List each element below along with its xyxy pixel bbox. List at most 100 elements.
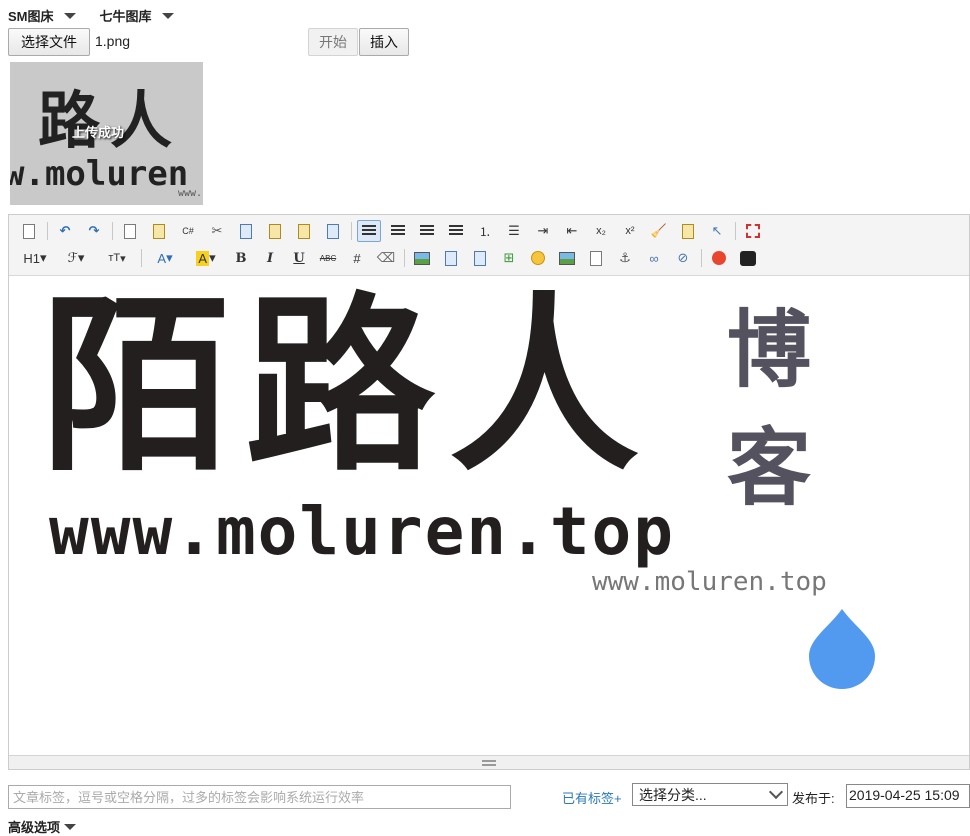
strike-label: ABC [319,253,337,263]
attachment-icon[interactable] [439,247,463,269]
toolbar-separator [735,222,736,240]
heading-label: H1 [23,250,41,266]
pointer-icon[interactable]: ↖ [705,220,729,242]
baidu-paw-icon[interactable] [736,247,760,269]
toolbar-separator [141,249,142,267]
chevron-down-icon [768,784,784,800]
bold-label: B [235,250,247,266]
toolbar-separator [112,222,113,240]
uploaded-image-thumbnail[interactable]: 路人 w.moluren www. 上传成功 [10,62,203,205]
superscript-icon[interactable]: x² [618,220,642,242]
background-color-dropdown[interactable]: A ▾ [188,247,224,269]
font-family-dropdown[interactable]: ℱ ▾ [58,247,94,269]
link-icon[interactable]: ∞ [642,247,666,269]
outdent-icon[interactable]: ⇤ [560,220,584,242]
font-size-dropdown[interactable]: тT ▾ [99,247,135,269]
content-url-text: www.moluren.top [49,493,676,570]
bold-button[interactable]: B [229,247,253,269]
paste-text-icon[interactable] [292,220,316,242]
font-size-label: тT [108,252,121,264]
start-upload-button[interactable]: 开始 [308,28,358,56]
clear-format-icon[interactable]: 🧹 [647,220,671,242]
advanced-options-toggle[interactable]: 高级选项 [8,817,77,836]
editor-resize-handle[interactable] [9,755,969,769]
insert-row-icon[interactable]: ⊞ [497,247,521,269]
table-grid-icon[interactable]: # [345,247,369,269]
tags-input[interactable] [8,785,511,809]
select-all-icon[interactable] [676,220,700,242]
unordered-list-icon[interactable]: ☰ [502,220,526,242]
image-host-bar: SM图床 七牛图库 [8,6,174,25]
align-justify-icon[interactable] [444,220,468,242]
paste-word-icon[interactable] [321,220,345,242]
underline-button[interactable]: U [287,247,311,269]
advanced-options-label: 高级选项 [8,820,61,835]
upload-row: 选择文件 1.png 开始 插入 [8,28,428,56]
insert-table-icon[interactable] [468,247,492,269]
copy-icon[interactable] [234,220,258,242]
chevron-down-icon [64,823,77,830]
thumbnail-url-small: www. [178,188,203,199]
upload-status: 上传成功 [72,125,125,140]
toolbar-separator [351,222,352,240]
category-select[interactable]: 选择分类... [632,783,788,806]
weibo-icon[interactable] [707,247,731,269]
paste-icon[interactable] [263,220,287,242]
content-logo-text: 陌路人 [41,277,654,497]
category-select-value: 选择分类... [639,786,707,803]
editor-toolbar: ↶ ↷ C# ✂ ⒈ ☰ ⇥ ⇤ x₂ x² 🧹 ↖ H1 ▾ ℱ ▾ тT ▾… [9,215,969,276]
thumbnail-logo-text: 路人 [38,84,183,157]
anchor-icon[interactable]: ⚓ [613,247,637,269]
font-label: ℱ [67,250,78,265]
content-url-small-text: www.moluren.top [592,567,827,597]
resize-grip-icon [482,759,496,766]
thumbnail-url-text: w.moluren [10,154,189,194]
existing-tags-link[interactable]: 已有标签+ [562,788,622,807]
insert-button[interactable]: 插入 [359,28,409,56]
emoji-icon[interactable] [526,247,550,269]
unlink-icon[interactable]: ⊘ [671,247,695,269]
cut-icon[interactable]: ✂ [205,220,229,242]
toolbar-separator [701,249,702,267]
source-icon[interactable] [17,220,41,242]
chevron-down-icon [161,12,174,19]
image-gallery-icon[interactable] [555,247,579,269]
strikethrough-button[interactable]: ABC [316,247,340,269]
sm-host-label: SM图床 [8,9,54,24]
ordered-list-icon[interactable]: ⒈ [473,220,497,242]
subscript-icon[interactable]: x₂ [589,220,613,242]
eraser-icon[interactable]: ⌫ [374,247,398,269]
align-left-icon[interactable] [357,220,381,242]
italic-button[interactable]: I [258,247,282,269]
font-color-dropdown[interactable]: A ▾ [147,247,183,269]
fullscreen-icon[interactable] [741,220,765,242]
align-right-icon[interactable] [415,220,439,242]
indent-icon[interactable]: ⇥ [531,220,555,242]
toolbar-separator [404,249,405,267]
rich-text-editor: ↶ ↷ C# ✂ ⒈ ☰ ⇥ ⇤ x₂ x² 🧹 ↖ H1 ▾ ℱ ▾ тT ▾… [8,214,970,770]
selected-file-name: 1.png [95,33,131,49]
bg-color-label: A [196,250,210,266]
undo-icon[interactable]: ↶ [53,220,77,242]
template-icon[interactable] [147,220,171,242]
content-side-text: 博客 [727,301,812,517]
sm-host-dropdown[interactable]: SM图床 [8,6,76,25]
publish-label: 发布于: [792,791,835,806]
chevron-down-icon [63,12,76,19]
heading-dropdown[interactable]: H1 ▾ [17,247,53,269]
editor-content-area[interactable]: 陌路人 博客 www.moluren.top www.moluren.top [9,277,969,755]
underline-label: U [293,250,305,266]
preview-icon[interactable] [118,220,142,242]
qiniu-host-dropdown[interactable]: 七牛图库 [100,6,174,25]
publish-time-input[interactable]: 2019-04-25 15:09 [846,784,970,808]
grid-label: # [353,250,361,266]
water-drop-icon [809,609,875,689]
redo-icon[interactable]: ↷ [82,220,106,242]
choose-file-button[interactable]: 选择文件 [8,28,90,56]
page-break-icon[interactable] [584,247,608,269]
toolbar-separator [47,222,48,240]
code-icon[interactable]: C# [176,220,200,242]
italic-label: I [266,250,274,266]
align-center-icon[interactable] [386,220,410,242]
insert-image-icon[interactable] [410,247,434,269]
